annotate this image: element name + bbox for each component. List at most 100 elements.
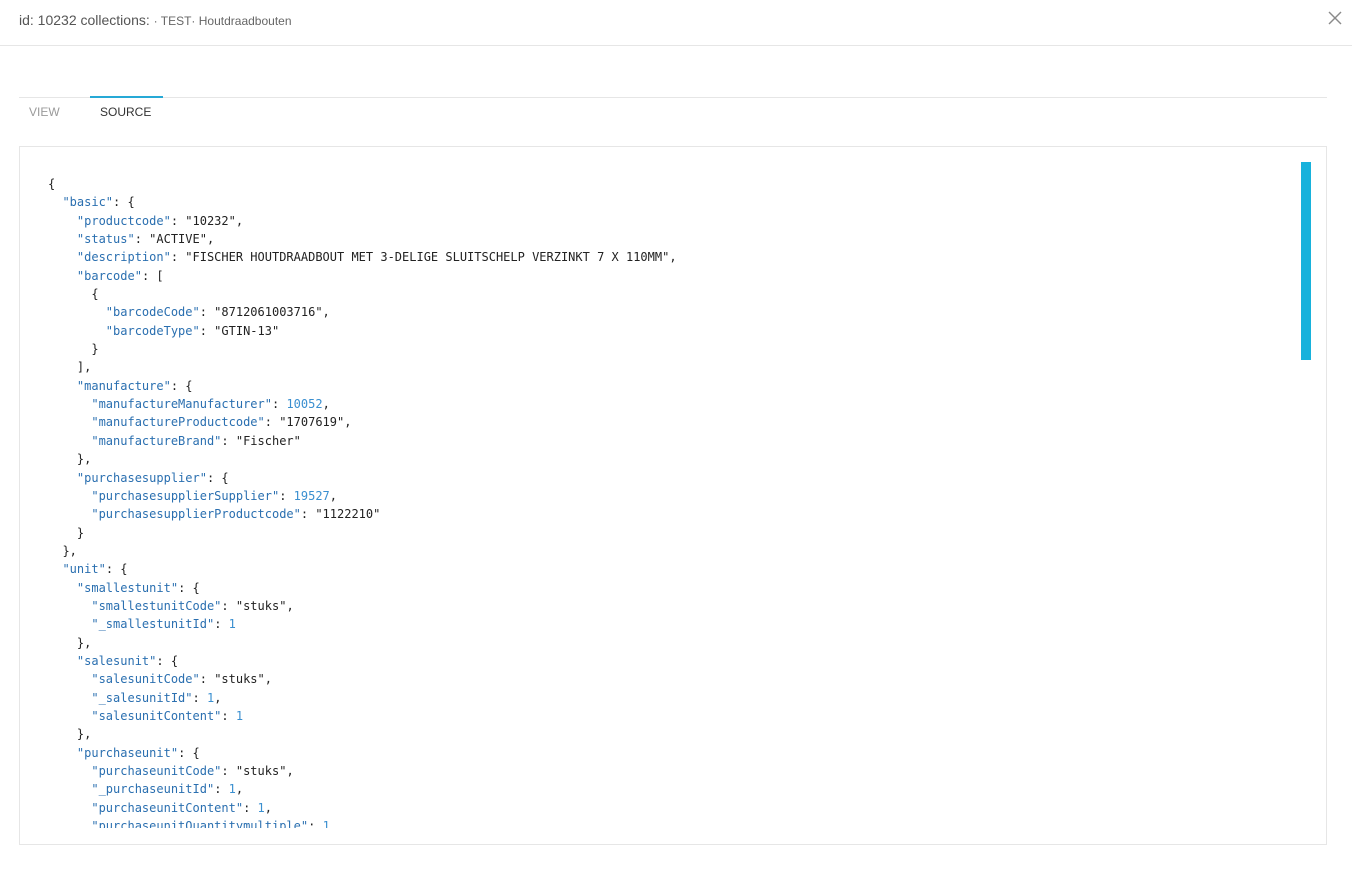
json-punctuation: : bbox=[308, 819, 323, 828]
json-punctuation: : { bbox=[178, 580, 200, 595]
code-line: "manufactureProductcode": "1707619", bbox=[48, 413, 1288, 431]
code-line: "barcodeCode": "8712061003716", bbox=[48, 303, 1288, 321]
code-line: "smallestunitCode": "stuks", bbox=[48, 597, 1288, 615]
json-punctuation: , bbox=[286, 598, 294, 613]
json-punctuation bbox=[48, 709, 91, 723]
json-punctuation bbox=[48, 764, 91, 778]
json-punctuation: : bbox=[271, 397, 287, 412]
json-punctuation: : bbox=[221, 598, 236, 613]
json-source-panel: { "basic": { "productcode": "10232", "st… bbox=[19, 146, 1327, 845]
code-line: "salesunitContent": 1 bbox=[48, 707, 1288, 725]
json-string-value: "stuks" bbox=[235, 764, 287, 778]
scrollbar-thumb[interactable] bbox=[1301, 162, 1311, 360]
json-punctuation bbox=[48, 269, 77, 283]
collections-breadcrumb: · TEST· Houtdraadbouten bbox=[153, 14, 292, 28]
dialog-title: id: 10232 collections: · TEST· Houtdraad… bbox=[19, 12, 292, 28]
json-punctuation: : [ bbox=[141, 268, 164, 283]
code-line: }, bbox=[48, 725, 1288, 743]
json-string-value: "8712061003716" bbox=[214, 305, 323, 320]
json-key: "purchasesupplierSupplier" bbox=[91, 488, 280, 503]
code-line: } bbox=[48, 524, 1288, 542]
json-punctuation bbox=[48, 250, 77, 264]
tab-view[interactable]: VIEW bbox=[29, 105, 60, 119]
json-key: "barcode" bbox=[76, 268, 142, 283]
json-punctuation bbox=[48, 691, 91, 705]
code-line: { bbox=[48, 175, 1288, 193]
close-icon bbox=[1328, 11, 1342, 25]
json-punctuation: { bbox=[48, 287, 99, 302]
json-punctuation bbox=[48, 581, 77, 595]
json-punctuation: , bbox=[322, 305, 330, 320]
json-key: "description" bbox=[76, 250, 171, 265]
json-punctuation: , bbox=[322, 397, 330, 412]
code-line: "purchaseunitQuantitymultiple": 1 bbox=[48, 817, 1288, 828]
json-number-value: 1 bbox=[235, 708, 244, 723]
json-punctuation bbox=[48, 746, 77, 760]
json-punctuation: }, bbox=[48, 543, 77, 558]
json-punctuation: : { bbox=[105, 562, 128, 577]
json-source-code[interactable]: { "basic": { "productcode": "10232", "st… bbox=[48, 175, 1288, 828]
json-punctuation: } bbox=[48, 525, 85, 540]
code-line: ], bbox=[48, 358, 1288, 376]
json-punctuation: : { bbox=[156, 653, 179, 668]
json-key: "status" bbox=[76, 232, 135, 247]
json-key: "barcodeCode" bbox=[105, 305, 200, 320]
code-line: "purchaseunitCode": "stuks", bbox=[48, 762, 1288, 780]
json-punctuation bbox=[48, 305, 106, 319]
json-string-value: "ACTIVE" bbox=[149, 232, 207, 247]
json-punctuation: : bbox=[199, 323, 215, 338]
code-line: "_smallestunitId": 1 bbox=[48, 615, 1288, 633]
json-key: "unit" bbox=[62, 562, 106, 577]
json-punctuation: : { bbox=[113, 195, 135, 210]
json-punctuation bbox=[48, 599, 91, 613]
json-punctuation: : bbox=[221, 708, 236, 723]
code-line: "purchaseunitContent": 1, bbox=[48, 799, 1288, 817]
json-punctuation: }, bbox=[48, 635, 92, 650]
code-line: "barcode": [ bbox=[48, 267, 1288, 285]
json-punctuation: : bbox=[199, 305, 215, 320]
json-key: "manufactureProductcode" bbox=[91, 415, 265, 430]
json-number-value: 1 bbox=[322, 819, 330, 828]
code-line: "barcodeType": "GTIN-13" bbox=[48, 322, 1288, 340]
json-punctuation: : bbox=[170, 213, 186, 228]
json-number-value: 19527 bbox=[293, 488, 330, 503]
close-button[interactable] bbox=[1326, 9, 1344, 27]
code-line: "unit": { bbox=[48, 560, 1288, 578]
json-punctuation: , bbox=[214, 690, 222, 705]
json-punctuation: , bbox=[235, 213, 244, 228]
json-punctuation bbox=[48, 214, 77, 228]
json-punctuation: , bbox=[264, 800, 272, 815]
json-punctuation: : { bbox=[170, 378, 193, 393]
code-line: "description": "FISCHER HOUTDRAADBOUT ME… bbox=[48, 248, 1288, 266]
code-line: "smallestunit": { bbox=[48, 579, 1288, 597]
json-punctuation: , bbox=[329, 488, 338, 503]
json-key: "salesunit" bbox=[76, 653, 157, 668]
json-punctuation: } bbox=[48, 342, 99, 357]
json-key: "smallestunitCode" bbox=[91, 598, 222, 613]
json-punctuation bbox=[48, 324, 106, 338]
json-string-value: "stuks" bbox=[214, 672, 265, 687]
json-punctuation: : bbox=[221, 764, 236, 778]
json-punctuation bbox=[48, 562, 62, 576]
json-key: "barcodeType" bbox=[105, 323, 200, 338]
json-key: "purchasesupplierProductcode" bbox=[91, 507, 301, 522]
json-string-value: "stuks" bbox=[235, 598, 287, 613]
json-key: "purchaseunitCode" bbox=[91, 764, 222, 778]
active-tab-indicator bbox=[90, 96, 163, 98]
json-punctuation bbox=[48, 232, 77, 246]
json-punctuation: : bbox=[243, 800, 258, 815]
code-line: "manufactureManufacturer": 10052, bbox=[48, 395, 1288, 413]
json-key: "smallestunit" bbox=[76, 580, 179, 595]
tab-source[interactable]: SOURCE bbox=[100, 105, 151, 119]
code-line: } bbox=[48, 340, 1288, 358]
json-key: "_smallestunitId" bbox=[91, 617, 215, 632]
json-key: "_salesunitId" bbox=[91, 690, 193, 705]
code-line: "_salesunitId": 1, bbox=[48, 689, 1288, 707]
json-punctuation: , bbox=[344, 415, 352, 430]
json-key: "purchaseunit" bbox=[76, 745, 179, 760]
json-punctuation: , bbox=[669, 250, 677, 265]
json-key: "purchasesupplier" bbox=[76, 470, 207, 485]
json-key: "manufactureManufacturer" bbox=[91, 397, 272, 412]
json-punctuation: , bbox=[264, 672, 272, 687]
json-punctuation bbox=[48, 801, 91, 815]
